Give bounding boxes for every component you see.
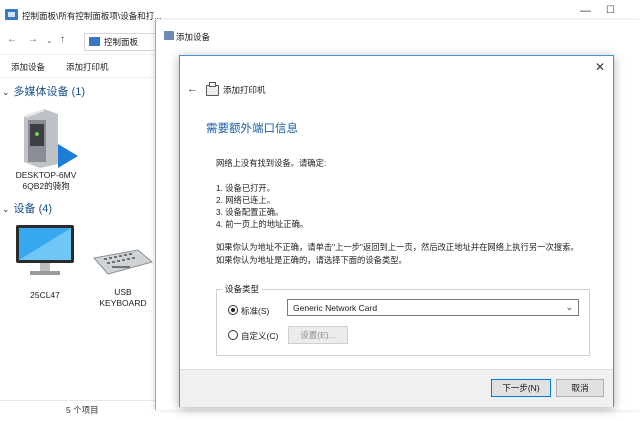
cancel-button[interactable]: 取消 [556,379,604,397]
device-type-legend: 设备类型 [222,283,263,295]
group-multimedia-label: 多媒体设备 (1) [13,86,86,98]
back-arrow-icon[interactable]: ← [187,83,198,95]
group-devices-label: 设备 (4) [13,203,53,215]
chevron-down-icon: ⌄ [2,204,10,214]
device-type-value: Generic Network Card [293,303,378,313]
step-item: 2. 网络已连上。 [216,195,276,205]
up-arrow-icon[interactable]: ↑ [60,34,65,45]
item-count: 5 个项目 [66,405,99,415]
minimize-icon[interactable]: — [580,5,591,17]
dialog-title: 需要额外端口信息 [206,123,298,135]
back-arrow-icon[interactable]: ← [7,34,17,45]
address-text: 控制面板 [104,37,139,47]
printer-icon [206,82,219,96]
intro-text: 网络上没有找到设备。请确定: [216,158,327,168]
control-panel-icon [89,37,100,46]
standard-radio[interactable] [228,305,238,315]
chevron-down-icon[interactable]: ⌄ [46,36,53,45]
add-device-title: 添加设备 [176,32,211,42]
add-printer-command[interactable]: 添加打印机 [66,61,109,73]
step-item: 4. 前一页上的地址正确。 [216,219,309,229]
monitor-icon[interactable] [14,223,76,283]
maximize-icon[interactable]: ☐ [606,5,615,16]
standard-radio-label[interactable]: 标准(S) [241,305,269,317]
forward-arrow-icon[interactable]: → [28,34,38,45]
add-device-command[interactable]: 添加设备 [11,61,45,73]
close-icon[interactable]: ✕ [593,60,607,74]
device-label-keyboard: USB KEYBOARD [99,287,147,308]
explorer-title: 控制面板\所有控制面板项\设备和打... [22,11,162,21]
explanation-text: 如果你认为地址不正确，请单击"上一步"返回到上一页，然后改正地址并在网络上执行另… [216,242,579,252]
chevron-down-icon: ⌄ [565,302,573,312]
step-item: 1. 设备已打开。 [216,183,276,193]
settings-button[interactable]: 设置(E)... [288,326,348,344]
dialog-footer: 下一步(N) 取消 [180,369,613,407]
control-panel-icon [5,9,18,20]
device-label-monitor: 25CL47 [30,290,60,300]
next-button[interactable]: 下一步(N) [491,379,551,397]
group-multimedia[interactable]: ⌄ 多媒体设备 (1) [2,83,85,99]
explanation-text: 如果你认为地址是正确的，请选择下面的设备类型。 [216,255,407,265]
step-item: 3. 设备配置正确。 [216,207,284,217]
device-type-select[interactable]: Generic Network Card ⌄ [287,299,579,316]
add-device-icon [164,31,174,40]
chevron-down-icon: ⌄ [2,87,10,97]
address-bar[interactable]: 控制面板 [84,33,156,51]
add-printer-dialog: ✕ ← 添加打印机 需要额外端口信息 网络上没有找到设备。请确定: 1. 设备已… [179,55,614,407]
dialog-header: 添加打印机 [223,85,266,95]
custom-radio[interactable] [228,330,238,340]
group-devices[interactable]: ⌄ 设备 (4) [2,200,52,216]
computer-tower-icon[interactable] [18,106,78,168]
custom-radio-label[interactable]: 自定义(C) [241,330,278,342]
keyboard-icon[interactable] [92,248,154,276]
multimedia-device-label: DESKTOP-6MV 6QB2的骑狗 [15,170,77,191]
